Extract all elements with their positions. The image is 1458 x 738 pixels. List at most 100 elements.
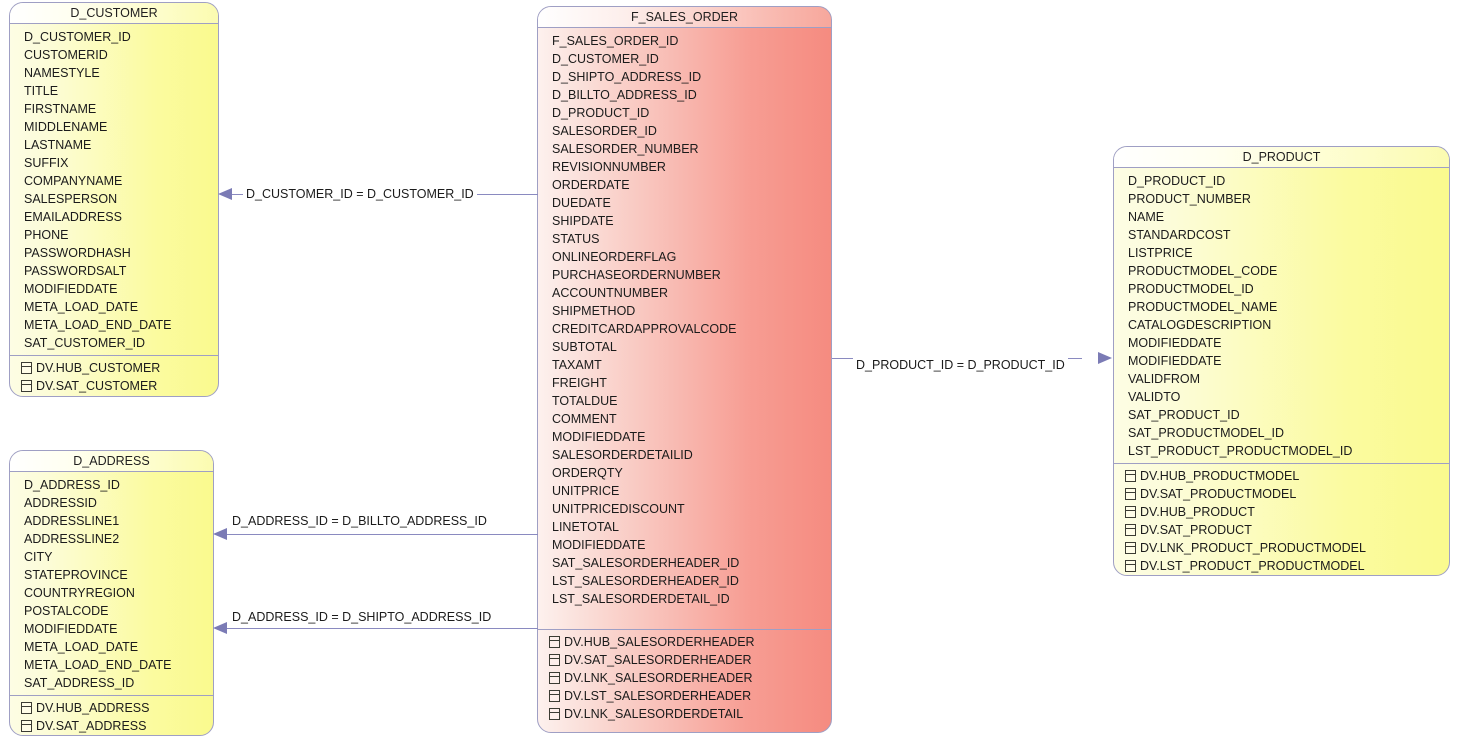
source-table-label: DV.SAT_SALESORDERHEADER: [564, 653, 752, 667]
source-table-row[interactable]: DV.SAT_SALESORDERHEADER: [538, 651, 831, 669]
column-list: D_ADDRESS_ID ADDRESSID ADDRESSLINE1 ADDR…: [10, 472, 213, 695]
column: VALIDTO: [1128, 390, 1181, 404]
source-table-row[interactable]: DV.LNK_SALESORDERHEADER: [538, 669, 831, 687]
column: TAXAMT: [552, 358, 602, 372]
column: COMMENT: [552, 412, 617, 426]
column: META_LOAD_END_DATE: [24, 658, 172, 672]
column: D_CUSTOMER_ID: [552, 52, 659, 66]
column: POSTALCODE: [24, 604, 109, 618]
relationship-label: D_CUSTOMER_ID = D_CUSTOMER_ID: [243, 187, 477, 201]
column: PRODUCTMODEL_CODE: [1128, 264, 1278, 278]
entity-d-address[interactable]: D_ADDRESS D_ADDRESS_ID ADDRESSID ADDRESS…: [9, 450, 214, 736]
column: VALIDFROM: [1128, 372, 1200, 386]
entity-d-customer[interactable]: D_CUSTOMER D_CUSTOMER_ID CUSTOMERID NAME…: [9, 2, 219, 397]
column: MODIFIEDDATE: [24, 282, 118, 296]
table-icon: [21, 702, 32, 714]
column: ADDRESSLINE1: [24, 514, 120, 528]
column: PHONE: [24, 228, 69, 242]
column: STATEPROVINCE: [24, 568, 128, 582]
column: LST_SALESORDERHEADER_ID: [552, 574, 739, 588]
source-table-row[interactable]: DV.SAT_PRODUCT: [1114, 521, 1449, 539]
source-table-row[interactable]: DV.HUB_CUSTOMER: [10, 359, 218, 377]
source-table-row[interactable]: DV.SAT_CUSTOMER: [10, 377, 218, 395]
column: D_PRODUCT_ID: [1128, 174, 1226, 188]
table-icon: [549, 672, 560, 684]
table-icon: [549, 654, 560, 666]
column: PRODUCTMODEL_NAME: [1128, 300, 1278, 314]
relationship-arrow-icon: [218, 188, 232, 200]
source-table-label: DV.SAT_PRODUCTMODEL: [1140, 487, 1297, 501]
source-table-label: DV.LST_SALESORDERHEADER: [564, 689, 752, 703]
table-icon: [549, 708, 560, 720]
column: D_ADDRESS_ID: [24, 478, 120, 492]
column: MODIFIEDDATE: [552, 538, 646, 552]
column: LST_PRODUCT_PRODUCTMODEL_ID: [1128, 444, 1353, 458]
source-table-row[interactable]: DV.LNK_PRODUCT_PRODUCTMODEL: [1114, 539, 1449, 557]
source-table-row[interactable]: DV.SAT_ADDRESS: [10, 717, 213, 735]
table-icon: [1125, 470, 1136, 482]
entity-title: F_SALES_ORDER: [538, 7, 831, 28]
column: SAT_PRODUCTMODEL_ID: [1128, 426, 1285, 440]
column: LASTNAME: [24, 138, 92, 152]
column: SAT_CUSTOMER_ID: [24, 336, 146, 350]
column: PASSWORDHASH: [24, 246, 131, 260]
column: PURCHASEORDERNUMBER: [552, 268, 721, 282]
column: MODIFIEDDATE: [24, 622, 118, 636]
column: NAMESTYLE: [24, 66, 100, 80]
table-icon: [21, 720, 32, 732]
relationship-label: D_PRODUCT_ID = D_PRODUCT_ID: [853, 358, 1068, 372]
source-table-row[interactable]: DV.SAT_PRODUCTMODEL: [1114, 485, 1449, 503]
column: MODIFIEDDATE: [1128, 336, 1222, 350]
column: UNITPRICE: [552, 484, 620, 498]
column-list: F_SALES_ORDER_ID D_CUSTOMER_ID D_SHIPTO_…: [538, 28, 831, 611]
source-table-row[interactable]: DV.HUB_PRODUCTMODEL: [1114, 467, 1449, 485]
relationship-label: D_ADDRESS_ID = D_SHIPTO_ADDRESS_ID: [229, 610, 495, 624]
column: D_PRODUCT_ID: [552, 106, 650, 120]
column: ACCOUNTNUMBER: [552, 286, 668, 300]
table-icon: [1125, 560, 1136, 572]
column: ADDRESSLINE2: [24, 532, 120, 546]
column: F_SALES_ORDER_ID: [552, 34, 679, 48]
column-list: D_CUSTOMER_ID CUSTOMERID NAMESTYLE TITLE…: [10, 24, 218, 355]
column: META_LOAD_DATE: [24, 640, 139, 654]
source-table-row[interactable]: DV.HUB_PRODUCT: [1114, 503, 1449, 521]
column: MODIFIEDDATE: [1128, 354, 1222, 368]
table-icon: [1125, 542, 1136, 554]
source-table-row[interactable]: DV.LST_SALESORDERHEADER: [538, 687, 831, 705]
source-table-list: DV.HUB_CUSTOMER DV.SAT_CUSTOMER: [10, 355, 218, 396]
column: SAT_SALESORDERHEADER_ID: [552, 556, 740, 570]
source-table-row[interactable]: DV.HUB_ADDRESS: [10, 699, 213, 717]
source-table-label: DV.LNK_PRODUCT_PRODUCTMODEL: [1140, 541, 1366, 555]
source-table-label: DV.HUB_ADDRESS: [36, 701, 150, 715]
column: REVISIONNUMBER: [552, 160, 666, 174]
column: COMPANYNAME: [24, 174, 123, 188]
relationship-line: [227, 628, 538, 629]
column: PASSWORDSALT: [24, 264, 127, 278]
source-table-label: DV.SAT_CUSTOMER: [36, 379, 158, 393]
column: FIRSTNAME: [24, 102, 97, 116]
column: MIDDLENAME: [24, 120, 108, 134]
source-table-row[interactable]: DV.LST_PRODUCT_PRODUCTMODEL: [1114, 557, 1449, 575]
entity-title: D_CUSTOMER: [10, 3, 218, 24]
entity-f-sales-order[interactable]: F_SALES_ORDER F_SALES_ORDER_ID D_CUSTOME…: [537, 6, 832, 733]
table-icon: [21, 380, 32, 392]
column: TITLE: [24, 84, 59, 98]
table-icon: [549, 636, 560, 648]
relationship-label: D_ADDRESS_ID = D_BILLTO_ADDRESS_ID: [229, 514, 490, 528]
column: D_BILLTO_ADDRESS_ID: [552, 88, 697, 102]
entity-title: D_ADDRESS: [10, 451, 213, 472]
column: COUNTRYREGION: [24, 586, 135, 600]
column: SALESPERSON: [24, 192, 118, 206]
entity-d-product[interactable]: D_PRODUCT D_PRODUCT_ID PRODUCT_NUMBER NA…: [1113, 146, 1450, 576]
source-table-label: DV.LNK_SALESORDERHEADER: [564, 671, 753, 685]
column: SUBTOTAL: [552, 340, 617, 354]
column: D_CUSTOMER_ID: [24, 30, 131, 44]
column: SHIPMETHOD: [552, 304, 636, 318]
column: CUSTOMERID: [24, 48, 108, 62]
source-table-row[interactable]: DV.LNK_SALESORDERDETAIL: [538, 705, 831, 723]
table-icon: [549, 690, 560, 702]
column: CITY: [24, 550, 53, 564]
source-table-list: DV.HUB_SALESORDERHEADER DV.SAT_SALESORDE…: [538, 629, 831, 727]
entity-title: D_PRODUCT: [1114, 147, 1449, 168]
source-table-row[interactable]: DV.HUB_SALESORDERHEADER: [538, 633, 831, 651]
